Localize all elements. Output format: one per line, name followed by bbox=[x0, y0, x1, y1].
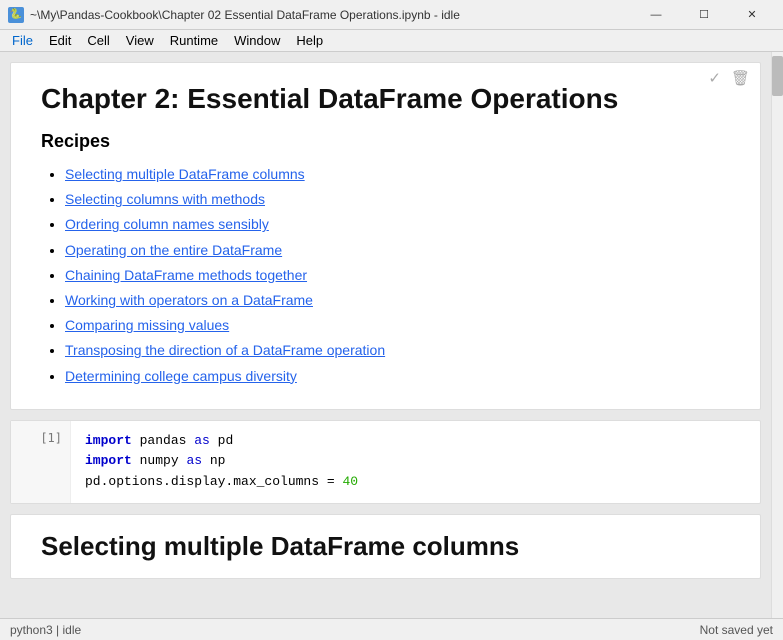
minimize-button[interactable]: — bbox=[633, 0, 679, 30]
list-item: Determining college campus diversity bbox=[65, 364, 730, 389]
code-cell-1[interactable]: [1] import pandas as pd import numpy as … bbox=[10, 420, 761, 504]
list-item: Selecting columns with methods bbox=[65, 187, 730, 212]
recipe-link-1[interactable]: Selecting multiple DataFrame columns bbox=[65, 166, 305, 182]
code-pd-options: pd.options.display.max_columns = bbox=[85, 474, 342, 489]
scrollbar[interactable] bbox=[771, 52, 783, 618]
window-controls: — ☐ ✕ bbox=[633, 0, 775, 30]
keyword-import-1: import bbox=[85, 433, 132, 448]
alias-np: np bbox=[210, 453, 226, 468]
alias-pd: pd bbox=[218, 433, 234, 448]
main-area: ✓ 🗑 Chapter 2: Essential DataFrame Opera… bbox=[0, 52, 783, 618]
section-title: Selecting multiple DataFrame columns bbox=[41, 531, 730, 562]
menu-bar: File Edit Cell View Runtime Window Help bbox=[0, 30, 783, 52]
status-bar: python3 | idle Not saved yet bbox=[0, 618, 783, 640]
list-item: Chaining DataFrame methods together bbox=[65, 263, 730, 288]
recipe-link-2[interactable]: Selecting columns with methods bbox=[65, 191, 265, 207]
keyword-import-2: import bbox=[85, 453, 132, 468]
maximize-button[interactable]: ☐ bbox=[681, 0, 727, 30]
recipe-list: Selecting multiple DataFrame columns Sel… bbox=[41, 162, 730, 389]
code-line-3: pd.options.display.max_columns = 40 bbox=[85, 472, 746, 493]
menu-window[interactable]: Window bbox=[226, 31, 288, 50]
keyword-as-2: as bbox=[186, 453, 202, 468]
menu-runtime[interactable]: Runtime bbox=[162, 31, 226, 50]
recipes-heading: Recipes bbox=[41, 131, 730, 152]
window-title: ~\My\Pandas-Cookbook\Chapter 02 Essentia… bbox=[30, 8, 633, 22]
menu-edit[interactable]: Edit bbox=[41, 31, 79, 50]
save-status: Not saved yet bbox=[700, 623, 773, 637]
code-content[interactable]: import pandas as pd import numpy as np p… bbox=[71, 421, 760, 503]
menu-file[interactable]: File bbox=[4, 31, 41, 50]
module-numpy: numpy bbox=[140, 453, 187, 468]
notebook[interactable]: ✓ 🗑 Chapter 2: Essential DataFrame Opera… bbox=[0, 52, 771, 618]
recipe-link-7[interactable]: Comparing missing values bbox=[65, 317, 229, 333]
app-icon: 🐍 bbox=[8, 7, 24, 23]
close-button[interactable]: ✕ bbox=[729, 0, 775, 30]
execution-count: [1] bbox=[11, 421, 71, 503]
code-line-2: import numpy as np bbox=[85, 451, 746, 472]
menu-help[interactable]: Help bbox=[288, 31, 331, 50]
module-pandas: pandas bbox=[140, 433, 195, 448]
recipe-link-6[interactable]: Working with operators on a DataFrame bbox=[65, 292, 313, 308]
recipe-link-8[interactable]: Transposing the direction of a DataFrame… bbox=[65, 342, 385, 358]
checkmark-icon: ✓ bbox=[708, 69, 721, 87]
trash-icon[interactable]: 🗑 bbox=[731, 69, 750, 87]
recipe-link-9[interactable]: Determining college campus diversity bbox=[65, 368, 297, 384]
title-bar: 🐍 ~\My\Pandas-Cookbook\Chapter 02 Essent… bbox=[0, 0, 783, 30]
number-40: 40 bbox=[342, 474, 358, 489]
chapter-intro-cell: ✓ 🗑 Chapter 2: Essential DataFrame Opera… bbox=[10, 62, 761, 410]
scrollbar-thumb[interactable] bbox=[772, 56, 783, 96]
list-item: Transposing the direction of a DataFrame… bbox=[65, 338, 730, 363]
chapter-title: Chapter 2: Essential DataFrame Operation… bbox=[41, 83, 730, 115]
list-item: Comparing missing values bbox=[65, 313, 730, 338]
list-item: Selecting multiple DataFrame columns bbox=[65, 162, 730, 187]
list-item: Operating on the entire DataFrame bbox=[65, 238, 730, 263]
kernel-status: python3 | idle bbox=[10, 623, 81, 637]
section-heading-cell: Selecting multiple DataFrame columns bbox=[10, 514, 761, 579]
menu-cell[interactable]: Cell bbox=[79, 31, 117, 50]
keyword-as-1: as bbox=[194, 433, 210, 448]
code-line-1: import pandas as pd bbox=[85, 431, 746, 452]
recipe-link-5[interactable]: Chaining DataFrame methods together bbox=[65, 267, 307, 283]
list-item: Working with operators on a DataFrame bbox=[65, 288, 730, 313]
recipe-link-4[interactable]: Operating on the entire DataFrame bbox=[65, 242, 282, 258]
cell-toolbar: ✓ 🗑 bbox=[708, 69, 750, 87]
menu-view[interactable]: View bbox=[118, 31, 162, 50]
list-item: Ordering column names sensibly bbox=[65, 212, 730, 237]
recipe-link-3[interactable]: Ordering column names sensibly bbox=[65, 216, 269, 232]
